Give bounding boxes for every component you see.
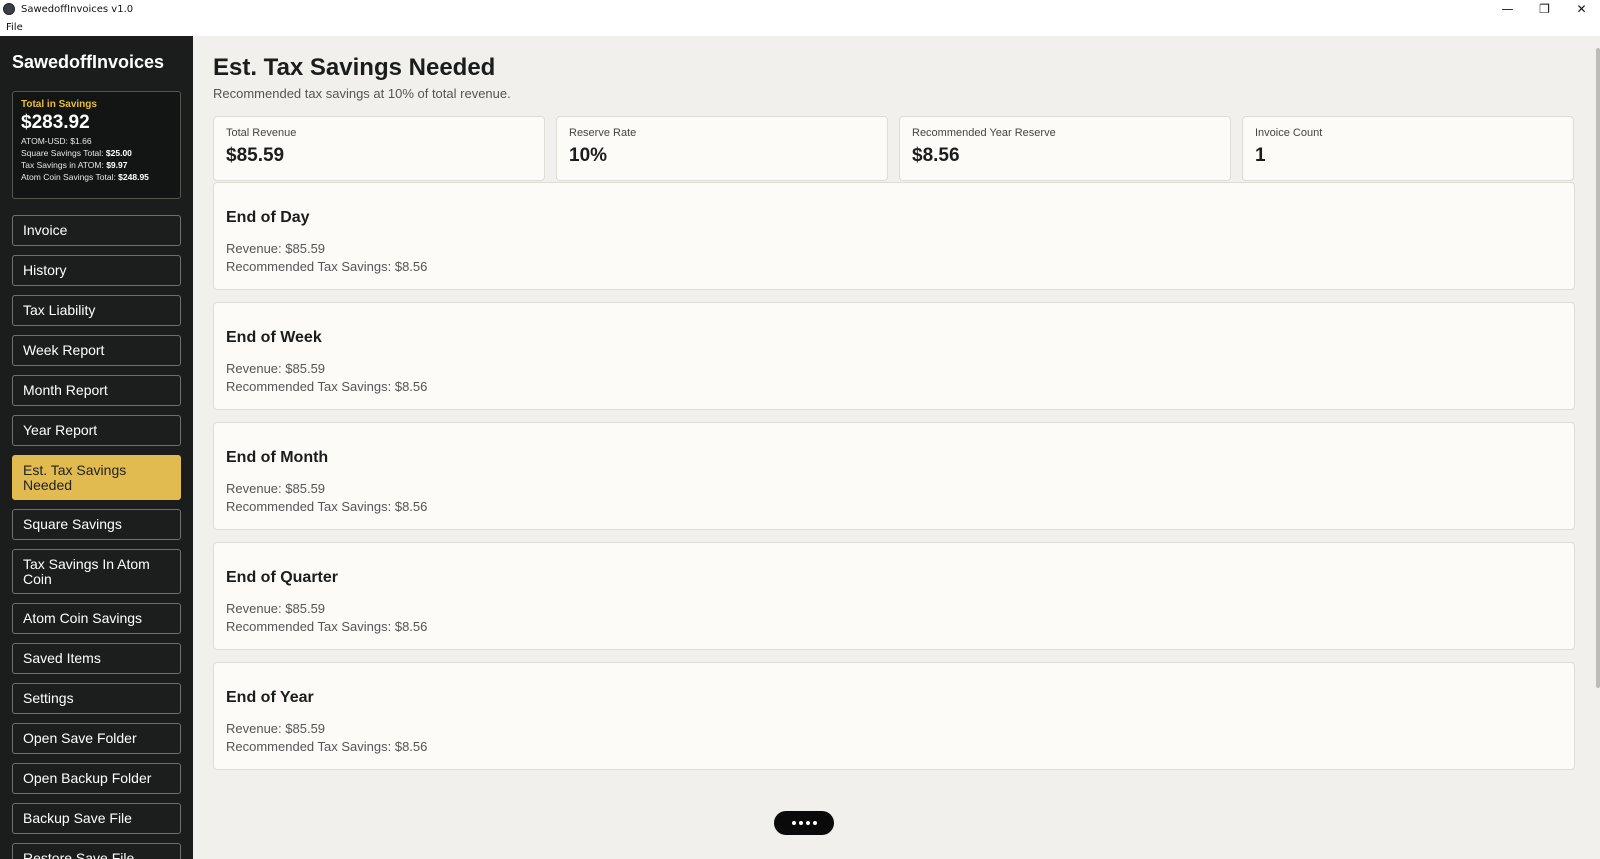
period-card-year: End of Year Revenue: $85.59 Recommended … xyxy=(213,662,1575,770)
period-tax-savings: Recommended Tax Savings: $8.56 xyxy=(226,499,428,514)
savings-label: Total in Savings xyxy=(21,99,97,110)
sidebar-item-year-report[interactable]: Year Report xyxy=(12,415,181,446)
sidebar-item-restore-save-file[interactable]: Restore Save File xyxy=(12,843,181,859)
page-subtitle: Recommended tax savings at 10% of total … xyxy=(213,86,511,101)
sidebar-item-backup-save-file[interactable]: Backup Save File xyxy=(12,803,181,834)
sidebar-item-invoice[interactable]: Invoice xyxy=(12,215,181,246)
stat-label: Recommended Year Reserve xyxy=(912,127,1056,139)
period-revenue: Revenue: $85.59 xyxy=(226,601,326,616)
tax-atom-label: Tax Savings in ATOM: xyxy=(21,160,107,170)
brand-title: SawedoffInvoices xyxy=(12,52,165,72)
sidebar-item-saved-items[interactable]: Saved Items xyxy=(12,643,181,674)
window-controls: — ❐ ✕ xyxy=(1489,0,1600,18)
sidebar-item-history[interactable]: History xyxy=(12,255,181,286)
period-title: End of Day xyxy=(226,209,310,226)
stats-row: Total Revenue $85.59 Reserve Rate 10% Re… xyxy=(213,116,1574,181)
page-title: Est. Tax Savings Needed xyxy=(213,54,496,81)
sidebar-item-atom-coin-savings[interactable]: Atom Coin Savings xyxy=(12,603,181,634)
stat-card-reserve-rate: Reserve Rate 10% xyxy=(556,116,888,181)
dot-icon xyxy=(798,821,803,825)
period-tax-savings: Recommended Tax Savings: $8.56 xyxy=(226,379,428,394)
period-card-day: End of Day Revenue: $85.59 Recommended T… xyxy=(213,182,1575,290)
savings-summary-card: Total in Savings $283.92 ATOM-USD: $1.66… xyxy=(12,91,181,199)
stat-card-total-revenue: Total Revenue $85.59 xyxy=(213,116,545,181)
square-savings-value: $25.00 xyxy=(105,148,132,158)
sidebar-item-tax-savings-atom[interactable]: Tax Savings In Atom Coin xyxy=(12,549,181,594)
sidebar-item-tax-liability[interactable]: Tax Liability xyxy=(12,295,181,326)
savings-total: $283.92 xyxy=(21,112,90,133)
period-title: End of Year xyxy=(226,689,314,706)
period-title: End of Month xyxy=(226,449,329,466)
period-card-quarter: End of Quarter Revenue: $85.59 Recommend… xyxy=(213,542,1575,650)
atom-usd-rate: ATOM-USD: $1.66 xyxy=(21,136,92,146)
dot-icon xyxy=(812,821,817,825)
menu-bar: File xyxy=(0,18,1600,36)
stat-label: Reserve Rate xyxy=(569,127,637,139)
sidebar-nav: Invoice History Tax Liability Week Repor… xyxy=(12,215,181,859)
period-revenue: Revenue: $85.59 xyxy=(226,241,326,256)
square-savings-line: Square Savings Total: $25.00 xyxy=(21,148,172,158)
dot-icon xyxy=(805,821,810,825)
main-content: Est. Tax Savings Needed Recommended tax … xyxy=(193,36,1600,859)
stat-label: Total Revenue xyxy=(226,127,297,139)
square-savings-label: Square Savings Total: xyxy=(21,148,106,158)
close-icon[interactable]: ✕ xyxy=(1563,0,1600,18)
window-title: SawedoffInvoices v1.0 xyxy=(21,3,134,15)
sidebar: SawedoffInvoices Total in Savings $283.9… xyxy=(0,36,193,859)
period-list: End of Day Revenue: $85.59 Recommended T… xyxy=(213,182,1575,782)
atom-coin-value: $248.95 xyxy=(118,172,149,182)
dot-icon xyxy=(791,821,796,825)
restore-icon[interactable]: ❐ xyxy=(1526,0,1563,18)
sidebar-item-square-savings[interactable]: Square Savings xyxy=(12,509,181,540)
period-tax-savings: Recommended Tax Savings: $8.56 xyxy=(226,739,428,754)
period-tax-savings: Recommended Tax Savings: $8.56 xyxy=(226,259,428,274)
sidebar-item-week-report[interactable]: Week Report xyxy=(12,335,181,366)
period-title: End of Quarter xyxy=(226,569,339,586)
period-tax-savings: Recommended Tax Savings: $8.56 xyxy=(226,619,428,634)
period-title: End of Week xyxy=(226,329,322,346)
stat-card-year-reserve: Recommended Year Reserve $8.56 xyxy=(899,116,1231,181)
sidebar-item-month-report[interactable]: Month Report xyxy=(12,375,181,406)
period-revenue: Revenue: $85.59 xyxy=(226,721,326,736)
stat-card-invoice-count: Invoice Count 1 xyxy=(1242,116,1574,181)
vertical-scrollbar[interactable] xyxy=(1596,48,1600,688)
stat-label: Invoice Count xyxy=(1255,127,1323,139)
menu-file[interactable]: File xyxy=(0,22,29,33)
title-bar: SawedoffInvoices v1.0 — ❐ ✕ xyxy=(0,0,1600,18)
sidebar-item-open-backup-folder[interactable]: Open Backup Folder xyxy=(12,763,181,794)
stat-value: 1 xyxy=(1255,145,1266,166)
minimize-icon[interactable]: — xyxy=(1489,0,1526,18)
sidebar-item-est-tax-savings[interactable]: Est. Tax Savings Needed xyxy=(12,455,181,500)
stat-value: $8.56 xyxy=(912,145,960,166)
app-icon xyxy=(3,3,15,15)
sidebar-item-open-save-folder[interactable]: Open Save Folder xyxy=(12,723,181,754)
stat-value: 10% xyxy=(569,145,608,166)
atom-coin-label: Atom Coin Savings Total: xyxy=(21,172,119,182)
period-card-week: End of Week Revenue: $85.59 Recommended … xyxy=(213,302,1575,410)
sidebar-item-settings[interactable]: Settings xyxy=(12,683,181,714)
atom-coin-line: Atom Coin Savings Total: $248.95 xyxy=(21,172,172,182)
tax-atom-line: Tax Savings in ATOM: $9.97 xyxy=(21,160,172,170)
period-revenue: Revenue: $85.59 xyxy=(226,481,326,496)
stat-value: $85.59 xyxy=(226,145,285,166)
period-revenue: Revenue: $85.59 xyxy=(226,361,326,376)
tax-atom-value: $9.97 xyxy=(106,160,128,170)
more-options-handle[interactable] xyxy=(774,811,834,835)
period-card-month: End of Month Revenue: $85.59 Recommended… xyxy=(213,422,1575,530)
